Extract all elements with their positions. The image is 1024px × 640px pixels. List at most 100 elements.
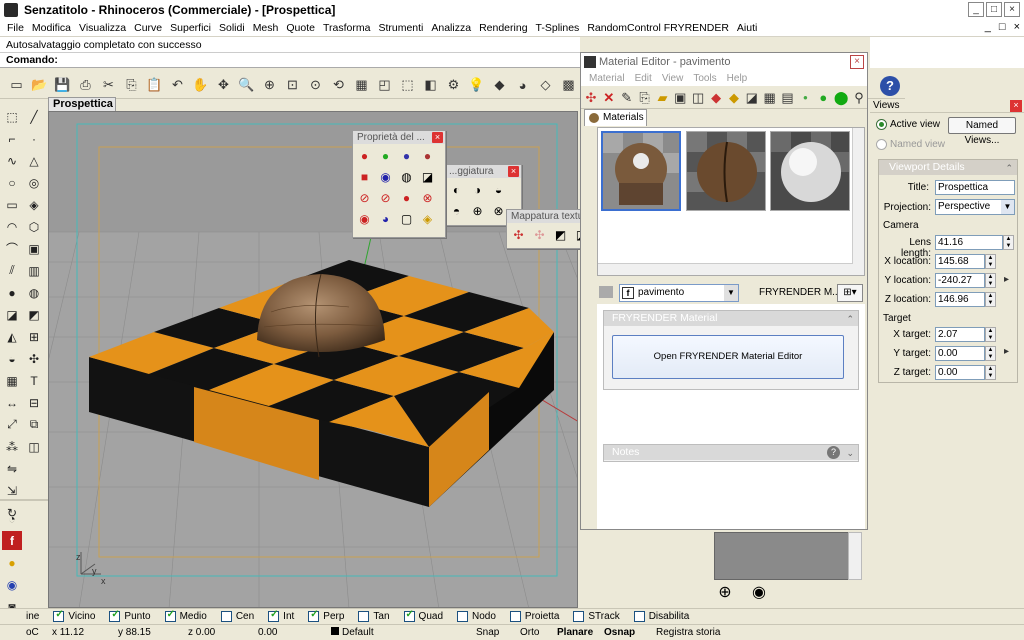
projection-select[interactable]: Perspective ▼ bbox=[935, 199, 1015, 215]
checkbox[interactable] bbox=[633, 611, 645, 622]
material-editor-title[interactable]: Material Editor - pavimento × bbox=[581, 53, 867, 71]
puzzle-icon[interactable]: ✣ bbox=[24, 349, 44, 368]
z-location-spinner[interactable]: ▲ ▼ bbox=[985, 292, 996, 307]
menu-solidi[interactable]: Solidi bbox=[215, 22, 249, 34]
mesh-icon[interactable]: ▦ bbox=[2, 371, 22, 390]
large-green-sphere-icon[interactable]: ⬤ bbox=[833, 87, 849, 108]
boolean-icon[interactable]: ◒ bbox=[2, 349, 22, 368]
help-icon[interactable]: ? bbox=[880, 76, 900, 96]
osnap-toggle[interactable]: Osnap bbox=[604, 627, 635, 638]
thumbnails-hscrollbar[interactable] bbox=[598, 263, 853, 275]
menu-tools[interactable]: Tools bbox=[688, 71, 721, 86]
red-ball-icon[interactable]: ● bbox=[397, 188, 416, 207]
checkbox[interactable] bbox=[164, 609, 176, 622]
layer-icon[interactable]: ◧ bbox=[420, 75, 441, 96]
blocks-icon[interactable]: ⧉ bbox=[24, 415, 44, 434]
menu-trasforma[interactable]: Trasforma bbox=[319, 22, 374, 34]
no-material-icon[interactable]: ⊘ bbox=[355, 188, 374, 207]
checkbox[interactable] bbox=[308, 609, 320, 622]
osnap-tan[interactable]: Tan bbox=[358, 611, 390, 622]
wireframe-icon[interactable]: ◇ bbox=[535, 75, 556, 96]
panel-header[interactable]: FRYRENDER Material ⌃ bbox=[604, 311, 858, 326]
xray-sphere-icon[interactable]: ◓ bbox=[447, 201, 466, 220]
dot-sphere-icon[interactable]: ◉ bbox=[355, 209, 374, 228]
orto-toggle[interactable]: Orto bbox=[520, 627, 539, 638]
close-icon[interactable]: × bbox=[1010, 100, 1022, 112]
z-target-input[interactable]: 0.00 bbox=[935, 365, 985, 380]
array-icon[interactable]: ⁂ bbox=[2, 437, 22, 456]
menu-view[interactable]: View bbox=[657, 71, 689, 86]
menu-material[interactable]: Material bbox=[584, 71, 630, 86]
menu-analizza[interactable]: Analizza bbox=[427, 22, 475, 34]
snap-toggle[interactable]: Snap bbox=[476, 627, 499, 638]
y-target-spinner[interactable]: ▲ ▼ bbox=[985, 346, 996, 361]
checkbox[interactable] bbox=[109, 609, 121, 622]
undo-icon[interactable]: ↶ bbox=[167, 75, 188, 96]
flat-square-icon[interactable]: ▢ bbox=[397, 209, 416, 228]
menu-rendering[interactable]: Rendering bbox=[475, 22, 531, 34]
osnap-quad[interactable]: Quad bbox=[403, 609, 443, 622]
lens-length-spinner[interactable]: ▲ ▼ bbox=[1003, 235, 1014, 250]
light-icon[interactable]: 💡 bbox=[466, 75, 487, 96]
shade-icon[interactable]: ◕ bbox=[512, 75, 533, 96]
menu-curve[interactable]: Curve bbox=[130, 22, 166, 34]
line-icon[interactable]: ╱ bbox=[24, 107, 44, 126]
menu-superfici[interactable]: Superfici bbox=[166, 22, 215, 34]
checkbox[interactable] bbox=[53, 609, 65, 622]
properties-icon[interactable]: ⚙ bbox=[443, 75, 464, 96]
half-sphere-icon[interactable]: ◕ bbox=[376, 209, 395, 228]
menu-modifica[interactable]: Modifica bbox=[28, 22, 75, 34]
render-icon[interactable]: ◆ bbox=[489, 75, 510, 96]
close-icon[interactable]: × bbox=[508, 166, 519, 177]
paint-sphere-icon[interactable]: ● bbox=[418, 146, 437, 165]
pan-hand-icon[interactable]: ✋ bbox=[190, 75, 211, 96]
menu-file[interactable]: File bbox=[3, 22, 28, 34]
surface-icon[interactable]: ◈ bbox=[24, 195, 44, 214]
osnap-medio[interactable]: Medio bbox=[164, 609, 207, 622]
environment-icon[interactable]: ◉ bbox=[2, 575, 22, 594]
collapse-icon[interactable]: ⌃ bbox=[1005, 161, 1013, 176]
green-sphere-icon[interactable]: ● bbox=[815, 87, 831, 108]
assign-layer-icon[interactable]: ◆ bbox=[726, 87, 742, 108]
menu-mesh[interactable]: Mesh bbox=[249, 22, 283, 34]
arc-icon[interactable]: ◠ bbox=[2, 217, 22, 236]
x-location-input[interactable]: 145.68 bbox=[935, 254, 985, 269]
menu-aiuti[interactable]: Aiuti bbox=[733, 22, 761, 34]
list-view-icon[interactable]: ▤ bbox=[780, 87, 796, 108]
curve-icon[interactable]: ∿ bbox=[2, 151, 22, 170]
dimension-icon[interactable]: ↔ bbox=[2, 393, 22, 412]
history-toggle[interactable]: Registra storia bbox=[656, 627, 720, 638]
named-view-radio[interactable] bbox=[876, 139, 887, 150]
ghost-sphere-icon[interactable]: ◒ bbox=[489, 180, 508, 199]
move-view-icon[interactable]: ✥ bbox=[213, 75, 234, 96]
x-target-spinner[interactable]: ▲ ▼ bbox=[985, 327, 996, 342]
cut-icon[interactable]: ✂ bbox=[98, 75, 119, 96]
close-icon[interactable]: × bbox=[432, 132, 443, 143]
osnap-cen[interactable]: Cen bbox=[220, 611, 254, 622]
solid-edit-icon[interactable]: ◩ bbox=[24, 305, 44, 324]
close-button[interactable]: × bbox=[1004, 2, 1020, 17]
osnap-fine[interactable]: ine bbox=[26, 611, 39, 622]
minimize-button[interactable]: _ bbox=[968, 2, 984, 17]
delete-icon[interactable]: ✕ bbox=[601, 87, 617, 108]
osnap-vicino[interactable]: Vicino bbox=[53, 609, 95, 622]
select-points-icon[interactable]: ⬚ bbox=[2, 107, 22, 126]
osnap-perp[interactable]: Perp bbox=[308, 609, 344, 622]
menu-quote[interactable]: Quote bbox=[282, 22, 319, 34]
viewport-details-header[interactable]: Viewport Details ⌃ bbox=[879, 160, 1017, 175]
box-grey-icon[interactable]: ◪ bbox=[418, 167, 437, 186]
lower-scrollbar[interactable] bbox=[848, 532, 862, 580]
open-folder-icon[interactable]: 📂 bbox=[29, 75, 50, 96]
menu-help[interactable]: Help bbox=[722, 71, 753, 86]
grid-icon[interactable]: ⊟ bbox=[24, 393, 44, 412]
menu-tsplines[interactable]: T-Splines bbox=[532, 22, 584, 34]
scale-icon[interactable]: ⇲ bbox=[2, 481, 22, 500]
assign-icon[interactable]: ◆ bbox=[708, 87, 724, 108]
color-cube-icon[interactable]: ◈ bbox=[418, 209, 437, 228]
text-icon[interactable]: T bbox=[24, 371, 44, 390]
named-views-button[interactable]: Named Views... bbox=[948, 117, 1016, 146]
osnap-punto[interactable]: Punto bbox=[109, 609, 151, 622]
zoom-window-icon[interactable]: ⊕ bbox=[259, 75, 280, 96]
osnap-proietta[interactable]: Proietta bbox=[509, 611, 559, 622]
save-icon[interactable]: ▣ bbox=[672, 87, 688, 108]
